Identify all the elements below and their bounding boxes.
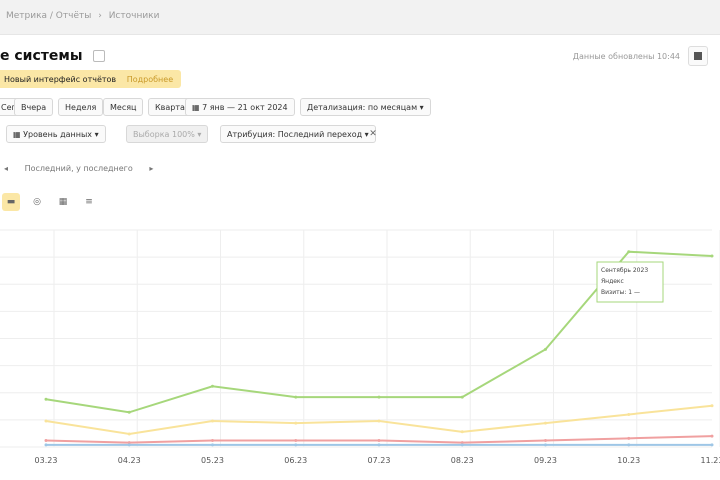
data-point xyxy=(44,443,48,447)
data-point xyxy=(460,395,464,399)
data-point xyxy=(294,395,298,399)
notice-banner: Новый интерфейс отчётов Подробнее xyxy=(0,70,182,88)
data-point xyxy=(377,443,381,447)
data-point xyxy=(127,432,131,436)
tooltip-line: Визиты: 1 — xyxy=(601,289,640,296)
period-month-button[interactable]: Месяц xyxy=(103,98,144,116)
data-point xyxy=(211,438,214,442)
data-point xyxy=(544,443,547,447)
view-pie-button[interactable]: ◎ xyxy=(28,193,46,211)
data-point xyxy=(627,250,631,254)
chevron-left-icon[interactable]: ◂ xyxy=(4,164,8,173)
data-point xyxy=(294,421,298,425)
page-title-text: е системы xyxy=(0,48,83,64)
top-bar: Метрика / Отчёты › Источники xyxy=(0,0,720,35)
data-point xyxy=(377,419,381,423)
data-point xyxy=(710,404,714,408)
data-point xyxy=(544,421,547,425)
data-point xyxy=(710,434,714,438)
sample-dropdown[interactable]: Выборка 100% ▾ xyxy=(126,125,209,143)
data-point xyxy=(627,443,631,447)
calendar-icon: ▦ xyxy=(192,103,203,112)
chevron-right-icon[interactable]: ▸ xyxy=(149,164,153,173)
data-point xyxy=(211,419,214,423)
breadcrumb-item[interactable]: Метрика / Отчёты xyxy=(6,11,91,21)
page-title: е системы xyxy=(0,48,106,64)
data-point xyxy=(127,443,131,447)
banner-text: Новый интерфейс отчётов xyxy=(4,75,117,84)
x-tick-label: 07.23 xyxy=(368,456,391,465)
tooltip-line: Яндекс xyxy=(601,278,624,285)
data-point xyxy=(211,384,214,388)
data-point xyxy=(544,347,547,351)
data-point xyxy=(460,443,464,447)
data-point xyxy=(44,419,48,423)
data-point xyxy=(460,430,464,434)
period-yesterday-button[interactable]: Вчера xyxy=(14,98,54,116)
data-point xyxy=(44,397,48,401)
chart-tooltip: Сентябрь 2023 Яндекс Визиты: 1 — xyxy=(596,261,664,303)
x-tick-label: 11.23 xyxy=(701,456,720,465)
x-tick-label: 09.23 xyxy=(534,456,557,465)
edit-icon[interactable] xyxy=(93,50,106,62)
x-tick-label: 08.23 xyxy=(451,456,474,465)
breadcrumb: Метрика / Отчёты › Источники xyxy=(6,11,163,21)
data-level-label: Уровень данных ▾ xyxy=(23,130,99,139)
data-point xyxy=(627,412,631,416)
breadcrumb-item[interactable]: Источники xyxy=(109,11,160,21)
date-range-button[interactable]: ▦ 7 янв — 21 окт 2024 xyxy=(185,98,295,116)
data-point xyxy=(710,443,714,447)
lock-button[interactable] xyxy=(688,46,708,66)
banner-link[interactable]: Подробнее xyxy=(127,75,173,84)
close-icon[interactable]: ✕ xyxy=(364,125,382,143)
x-tick-label: 05.23 xyxy=(201,456,224,465)
x-tick-label: 04.23 xyxy=(118,456,141,465)
x-axis-ticks: 03.23 04.23 05.23 06.23 07.23 08.23 09.23 10.23… xyxy=(35,456,720,465)
data-point xyxy=(544,438,547,442)
x-tick-label: 10.23 xyxy=(617,456,640,465)
data-point xyxy=(211,443,214,447)
data-level-dropdown[interactable]: ▦ Уровень данных ▾ xyxy=(6,125,106,143)
update-info: Данные обновлены 10:44 xyxy=(572,52,680,61)
date-range-label: 7 янв — 21 окт 2024 xyxy=(202,103,288,112)
x-tick-label: 06.23 xyxy=(284,456,307,465)
view-line-button[interactable]: ▬ xyxy=(2,193,20,211)
attribution-dropdown[interactable]: Атрибуция: Последний переход ▾ xyxy=(220,125,376,143)
data-point xyxy=(294,443,298,447)
data-point xyxy=(377,395,381,399)
x-tick-label: 03.23 xyxy=(35,456,58,465)
data-point xyxy=(127,410,131,414)
line-chart: 03.23 04.23 05.23 06.23 07.23 08.23 09.23 10.23… xyxy=(0,229,720,465)
nav-row: ◂ Последний, у последнего ▸ xyxy=(4,164,153,173)
nav-label: Последний, у последнего xyxy=(24,164,133,173)
period-week-button[interactable]: Неделя xyxy=(58,98,104,116)
data-point xyxy=(44,438,48,442)
data-point xyxy=(377,438,381,442)
detail-dropdown[interactable]: Детализация: по месяцам ▾ xyxy=(300,98,431,116)
data-point xyxy=(710,254,714,258)
data-point xyxy=(627,436,631,440)
view-table-button[interactable]: ≡ xyxy=(80,193,98,211)
data-point xyxy=(294,438,298,442)
view-bar-button[interactable]: ▦ xyxy=(54,193,72,211)
grid-icon: ▦ xyxy=(13,130,24,139)
breadcrumb-separator: › xyxy=(98,11,102,21)
tooltip-line: Сентябрь 2023 xyxy=(601,267,648,274)
